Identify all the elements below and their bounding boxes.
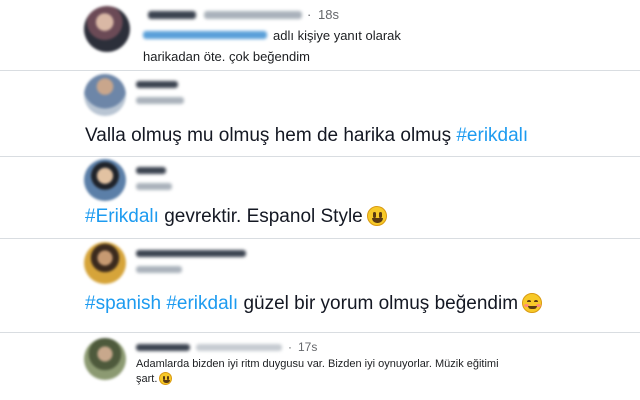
tweet-text: #spanish #erikdalı güzel bir yorum olmuş… <box>85 292 543 316</box>
hashtag-link[interactable]: #erikdalı <box>166 293 238 314</box>
hashtag-link[interactable]: #Erikdalı <box>85 206 159 227</box>
redacted-display-name <box>136 167 166 174</box>
hashtag-link[interactable]: #erikdalı <box>456 125 528 146</box>
tweet-text: Valla olmuş mu olmuş hem de harika olmuş… <box>85 125 529 146</box>
redacted-display-name <box>136 250 246 257</box>
avatar[interactable] <box>84 6 130 52</box>
tweet-text-line-1: Adamlarda bizden iyi ritm duygusu var. B… <box>136 358 499 370</box>
tweet-time[interactable]: 17s <box>298 340 317 354</box>
redacted-username <box>204 11 302 19</box>
redacted-username <box>136 266 182 273</box>
redacted-username <box>136 183 172 190</box>
grinning-face-icon <box>366 206 387 226</box>
smiling-face-icon <box>522 293 543 313</box>
redacted-reply-handle <box>143 31 267 39</box>
redacted-username <box>136 97 184 104</box>
tweet-text: #Erikdalı gevrektir. Espanol Style <box>85 205 387 229</box>
separator-dot: · <box>288 340 292 354</box>
divider <box>0 332 640 333</box>
reply-context: adlı kişiye yanıt olarak <box>273 28 401 43</box>
divider <box>0 70 640 71</box>
tweet-text-line-2: şart. <box>136 372 173 387</box>
hashtag-link[interactable]: #spanish <box>85 293 161 314</box>
grinning-face-icon <box>159 372 173 385</box>
redacted-username <box>196 344 282 351</box>
separator-dot: · <box>307 7 312 22</box>
avatar[interactable] <box>84 159 126 201</box>
divider <box>0 238 640 239</box>
redacted-display-name <box>136 81 178 88</box>
tweet-time[interactable]: 18s <box>318 7 339 22</box>
tweet-text: harikadan öte. çok beğendim <box>143 49 310 64</box>
avatar[interactable] <box>84 242 126 284</box>
avatar[interactable] <box>84 74 126 116</box>
redacted-display-name <box>148 11 196 19</box>
redacted-display-name <box>136 344 190 351</box>
divider <box>0 156 640 157</box>
avatar[interactable] <box>84 338 126 380</box>
